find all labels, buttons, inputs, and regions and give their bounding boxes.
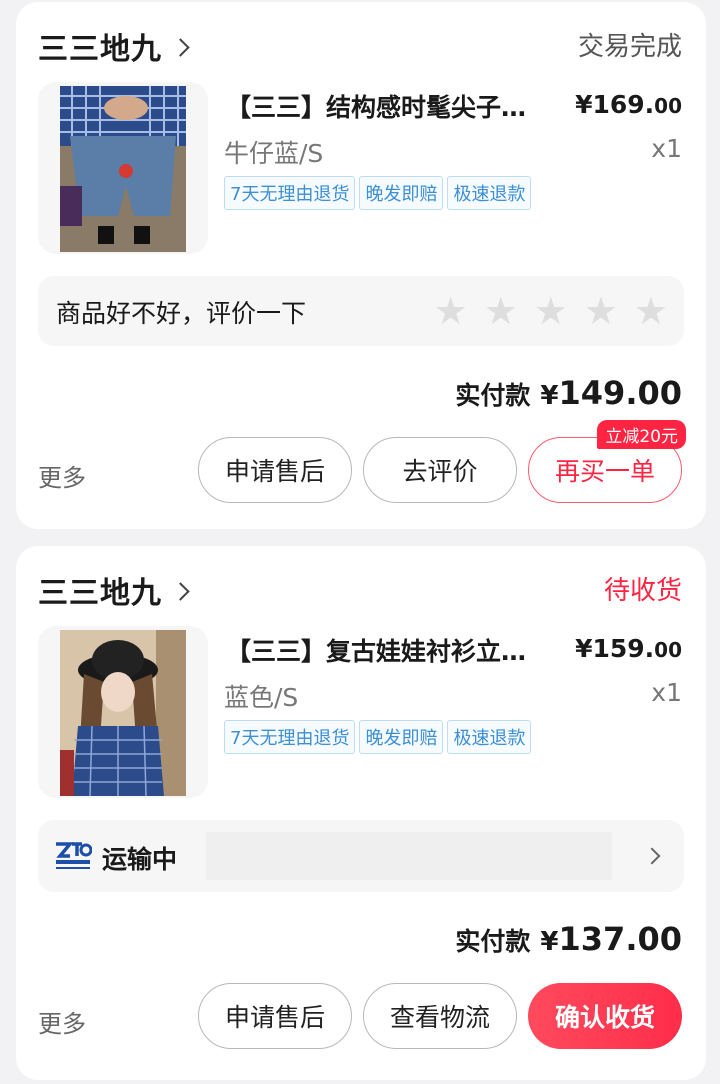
order-card: 三三地九 交易完成 【三三】结构感时髦尖子… ¥169.00 牛仔蓝/S x1 … [16,2,706,529]
product-image [60,86,186,252]
shop-name-link[interactable]: 三三地九 [38,568,190,612]
product-quantity: x1 [651,134,682,163]
paid-label: 实付款 [455,381,531,410]
service-tag: 7天无理由退货 [224,176,356,210]
more-link[interactable]: 更多 [38,1004,86,1039]
star-icon[interactable]: ★ [434,292,468,330]
chevron-right-icon [171,37,190,57]
review-button[interactable]: 去评价 [363,437,517,503]
order-status: 交易完成 [577,32,682,62]
paid-amount-row: 实付款 ¥137.00 [455,920,682,958]
shipping-status-row[interactable]: 运输中 [38,820,684,892]
order-card: 三三地九 待收货 【三三】复古娃娃衬衫立… ¥159.00 蓝色/S x1 7天… [16,546,706,1080]
shipping-detail-redacted [206,832,612,880]
order-status: 待收货 [603,576,682,606]
shop-name-link[interactable]: 三三地九 [38,24,190,68]
after-sale-button[interactable]: 申请售后 [198,437,352,503]
service-tag: 晚发即赔 [359,720,444,754]
product-title[interactable]: 【三三】结构感时髦尖子… [226,88,556,124]
service-tags: 7天无理由退货 晚发即赔 极速退款 [224,176,532,210]
product-title[interactable]: 【三三】复古娃娃衬衫立… [226,632,556,668]
star-icon[interactable]: ★ [534,292,568,330]
rating-prompt: 商品好不好，评价一下 [56,299,307,328]
more-link[interactable]: 更多 [38,458,86,493]
star-icon[interactable]: ★ [584,292,618,330]
shipping-status: 运输中 [102,845,178,874]
service-tag: 极速退款 [447,176,532,210]
rating-row: 商品好不好，评价一下 ★ ★ ★ ★ ★ [38,276,684,346]
discount-badge: 立减20元 [597,420,686,449]
view-logistics-button[interactable]: 查看物流 [363,983,517,1049]
product-price: ¥169.00 [575,90,682,119]
chevron-right-icon [171,581,190,601]
service-tags: 7天无理由退货 晚发即赔 极速退款 [224,720,532,754]
product-price: ¥159.00 [575,634,682,663]
paid-label: 实付款 [455,927,531,956]
service-tag: 晚发即赔 [359,176,444,210]
service-tag: 7天无理由退货 [224,720,356,754]
product-spec: 蓝色/S [224,683,299,712]
confirm-receipt-button[interactable]: 确认收货 [528,983,682,1049]
product-spec: 牛仔蓝/S [224,139,324,168]
product-image [60,630,186,796]
paid-amount: ¥137.00 [540,920,682,958]
star-icon[interactable]: ★ [634,292,668,330]
product-thumbnail[interactable] [38,626,208,798]
service-tag: 极速退款 [447,720,532,754]
paid-amount-row: 实付款 ¥149.00 [455,374,682,412]
rating-stars: ★ ★ ★ ★ ★ [434,292,668,330]
paid-amount: ¥149.00 [540,374,682,412]
zto-express-logo-icon [56,842,92,869]
product-quantity: x1 [651,678,682,707]
shop-name: 三三地九 [38,576,162,611]
after-sale-button[interactable]: 申请售后 [198,983,352,1049]
chevron-right-icon [643,847,661,865]
star-icon[interactable]: ★ [484,292,518,330]
product-thumbnail[interactable] [38,82,208,254]
shop-name: 三三地九 [38,32,162,67]
